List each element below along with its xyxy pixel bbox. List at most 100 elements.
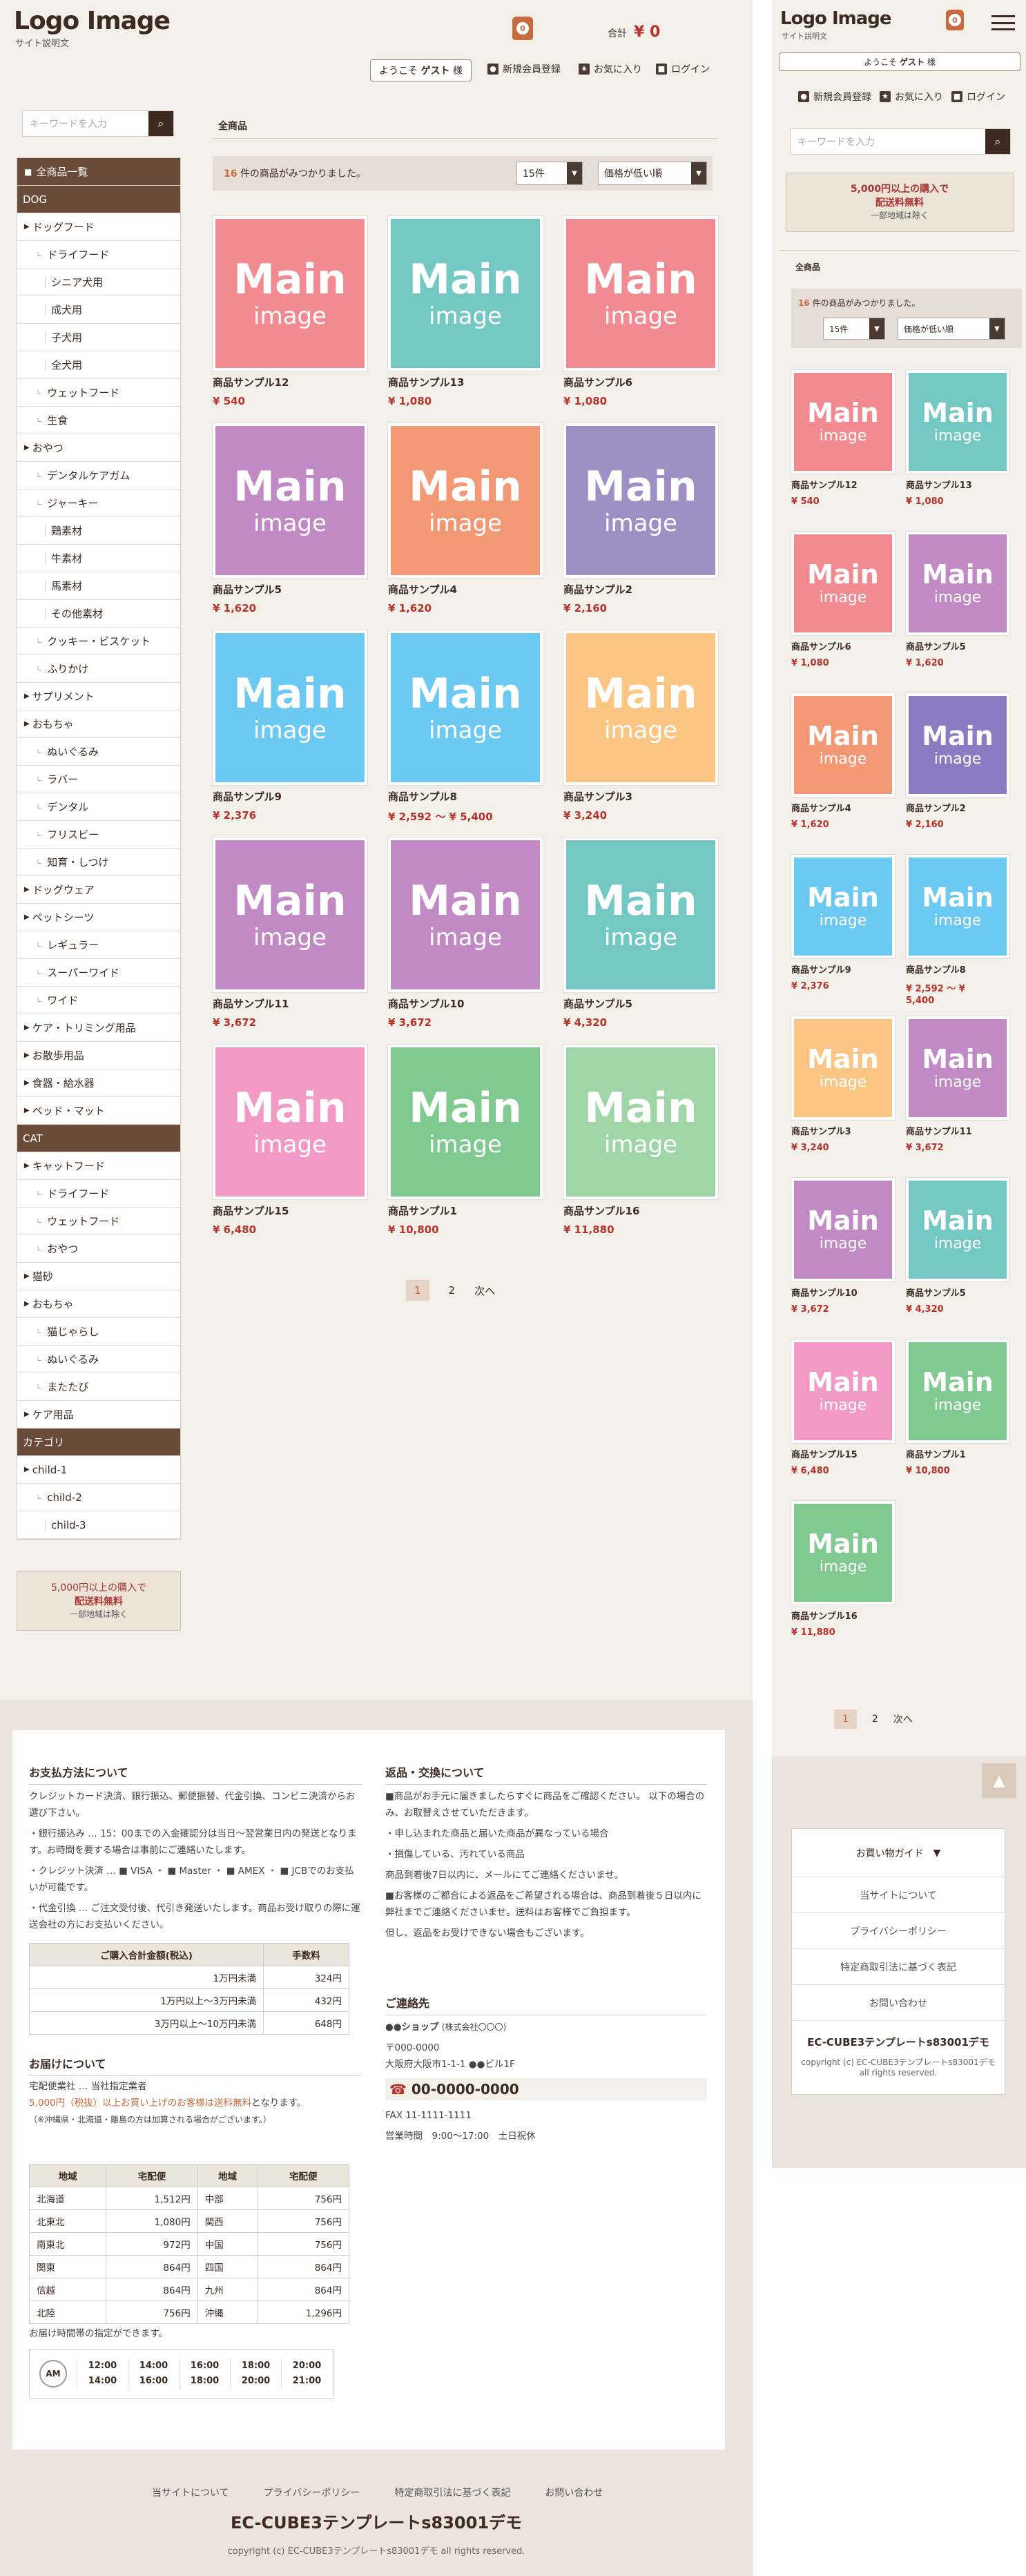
m-register-link[interactable]: ● 新規会員登録 xyxy=(798,90,871,104)
sidebar-item[interactable]: その他素材 xyxy=(17,600,180,628)
page-1[interactable]: 1 xyxy=(406,1280,429,1301)
scroll-top-button[interactable]: ▲ xyxy=(982,1763,1016,1798)
search-icon[interactable]: ⌕ xyxy=(148,111,173,136)
footer-link-tokusho[interactable]: 特定商取引法に基づく表記 xyxy=(394,2486,510,2499)
product-image[interactable]: Main image xyxy=(906,855,1009,958)
page-2[interactable]: 2 xyxy=(449,1284,456,1297)
product-image[interactable]: Main image xyxy=(213,630,367,785)
product-name[interactable]: 商品サンプル1 xyxy=(906,1447,1009,1460)
product-image[interactable]: Main image xyxy=(791,1339,895,1443)
sidebar-item[interactable]: ▶ 猫砂 xyxy=(17,1263,180,1290)
product-name[interactable]: 商品サンプル4 xyxy=(791,801,895,814)
sidebar-item[interactable]: ∟ デンタルケアガム xyxy=(17,462,180,490)
sidebar-item[interactable]: ∟ ドライフード xyxy=(17,241,180,269)
product-name[interactable]: 商品サンプル15 xyxy=(213,1203,367,1218)
product-card[interactable]: Main image 商品サンプル5 ¥ 1,620 xyxy=(213,423,367,614)
product-card[interactable]: Main image 商品サンプル8 ¥ 2,592 ～ ¥ 5,400 xyxy=(388,630,543,824)
sidebar-item[interactable]: ∟ レギュラー xyxy=(17,931,180,959)
sidebar-item[interactable]: ∟ ラバー xyxy=(17,766,180,793)
product-image[interactable]: Main image xyxy=(906,1178,1009,1281)
m-search-icon[interactable]: ⌕ xyxy=(985,129,1010,154)
product-name[interactable]: 商品サンプル5 xyxy=(906,1286,1009,1299)
sidebar-item[interactable]: ∟ ぬいぐるみ xyxy=(17,1346,180,1373)
product-name[interactable]: 商品サンプル11 xyxy=(213,996,367,1011)
product-image[interactable]: Main image xyxy=(213,423,367,578)
site-logo[interactable]: Logo Image xyxy=(14,7,171,35)
product-image[interactable]: Main image xyxy=(791,693,895,797)
product-card[interactable]: Main image 商品サンプル15 ¥ 6,480 xyxy=(213,1045,367,1236)
product-card[interactable]: Main image 商品サンプル10 ¥ 3,672 xyxy=(388,837,543,1029)
product-image[interactable]: Main image xyxy=(563,216,718,371)
register-link[interactable]: ● 新規会員登録 xyxy=(487,62,561,76)
sidebar-item[interactable]: ▶ 食器・給水器 xyxy=(17,1069,180,1097)
product-card[interactable]: Main image 商品サンプル16 ¥ 11,880 xyxy=(791,1501,895,1638)
product-image[interactable]: Main image xyxy=(791,532,895,635)
product-name[interactable]: 商品サンプル8 xyxy=(388,789,543,804)
product-card[interactable]: Main image 商品サンプル1 ¥ 10,800 xyxy=(388,1045,543,1236)
product-card[interactable]: Main image 商品サンプル6 ¥ 1,080 xyxy=(791,532,895,668)
product-image[interactable]: Main image xyxy=(791,370,895,474)
hamburger-icon[interactable] xyxy=(991,15,1015,30)
product-name[interactable]: 商品サンプル12 xyxy=(213,375,367,389)
product-name[interactable]: 商品サンプル5 xyxy=(213,582,367,597)
sidebar-item[interactable]: ■ 全商品一覧 xyxy=(17,158,180,186)
sidebar-item[interactable]: ∟ child-2 xyxy=(17,1484,180,1511)
sidebar-item[interactable]: ∟ 生食 xyxy=(17,407,180,434)
m-footer-link-privacy[interactable]: プライバシーポリシー xyxy=(792,1913,1005,1949)
sidebar-item[interactable]: ∟ ドライフード xyxy=(17,1180,180,1208)
sidebar-item[interactable]: ∟ 猫じゃらし xyxy=(17,1318,180,1346)
m-next-page[interactable]: 次へ xyxy=(893,1712,913,1726)
product-name[interactable]: 商品サンプル1 xyxy=(388,1203,543,1218)
next-page[interactable]: 次へ xyxy=(474,1284,495,1298)
product-name[interactable]: 商品サンプル15 xyxy=(791,1447,895,1460)
sidebar-item[interactable]: ∟ フリスビー xyxy=(17,821,180,849)
product-image[interactable]: Main image xyxy=(563,630,718,785)
product-image[interactable]: Main image xyxy=(906,693,1009,797)
sidebar-item[interactable]: 牛素材 xyxy=(17,545,180,572)
m-favorite-link[interactable]: ★ お気に入り xyxy=(880,90,943,104)
product-name[interactable]: 商品サンプル12 xyxy=(791,478,895,491)
sidebar-item[interactable]: 馬素材 xyxy=(17,572,180,600)
footer-link-privacy[interactable]: プライバシーポリシー xyxy=(264,2486,360,2499)
product-image[interactable]: Main image xyxy=(213,1045,367,1199)
favorite-link[interactable]: ★ お気に入り xyxy=(579,62,642,76)
product-image[interactable]: Main image xyxy=(791,1501,895,1605)
product-image[interactable]: Main image xyxy=(388,423,543,578)
product-name[interactable]: 商品サンプル6 xyxy=(791,639,895,652)
sidebar-item[interactable]: ▶ child-1 xyxy=(17,1456,180,1484)
product-image[interactable]: Main image xyxy=(563,423,718,578)
product-name[interactable]: 商品サンプル10 xyxy=(791,1286,895,1299)
m-sort-select[interactable]: 価格が低い順 ▼ xyxy=(898,318,1005,340)
sidebar-item[interactable]: 子犬用 xyxy=(17,324,180,351)
product-image[interactable]: Main image xyxy=(213,837,367,992)
sidebar-item[interactable]: ∟ デンタル xyxy=(17,793,180,821)
sidebar-item[interactable]: ▶ おもちゃ xyxy=(17,710,180,738)
product-image[interactable]: Main image xyxy=(906,370,1009,474)
search-input[interactable]: キーワードを入力 xyxy=(23,117,148,130)
product-card[interactable]: Main image 商品サンプル9 ¥ 2,376 xyxy=(213,630,367,822)
product-image[interactable]: Main image xyxy=(906,532,1009,635)
product-card[interactable]: Main image 商品サンプル13 ¥ 1,080 xyxy=(906,370,1009,507)
product-name[interactable]: 商品サンプル3 xyxy=(791,1124,895,1137)
sidebar-item[interactable]: ∟ ワイド xyxy=(17,987,180,1014)
product-card[interactable]: Main image 商品サンプル3 ¥ 3,240 xyxy=(791,1016,895,1153)
product-card[interactable]: Main image 商品サンプル6 ¥ 1,080 xyxy=(563,216,718,407)
sidebar-item[interactable]: ▶ ケア用品 xyxy=(17,1401,180,1429)
product-card[interactable]: Main image 商品サンプル16 ¥ 11,880 xyxy=(563,1045,718,1236)
product-name[interactable]: 商品サンプル2 xyxy=(563,582,718,597)
product-card[interactable]: Main image 商品サンプル11 ¥ 3,672 xyxy=(906,1016,1009,1153)
cart-icon[interactable]: 0 xyxy=(512,17,533,40)
m-search-input[interactable]: キーワードを入力 xyxy=(791,135,985,148)
product-image[interactable]: Main image xyxy=(388,216,543,371)
sidebar-item[interactable]: child-3 xyxy=(17,1511,180,1539)
product-name[interactable]: 商品サンプル8 xyxy=(906,962,1009,976)
product-card[interactable]: Main image 商品サンプル12 ¥ 540 xyxy=(791,370,895,507)
product-image[interactable]: Main image xyxy=(791,855,895,958)
product-image[interactable]: Main image xyxy=(791,1178,895,1281)
shopping-guide-toggle[interactable]: お買い物ガイド ▼ xyxy=(792,1829,1005,1877)
footer-link-about[interactable]: 当サイトについて xyxy=(152,2486,229,2499)
sidebar-item[interactable]: ▶ お散歩用品 xyxy=(17,1042,180,1069)
product-name[interactable]: 商品サンプル13 xyxy=(388,375,543,389)
product-image[interactable]: Main image xyxy=(906,1016,1009,1120)
product-image[interactable]: Main image xyxy=(563,1045,718,1199)
